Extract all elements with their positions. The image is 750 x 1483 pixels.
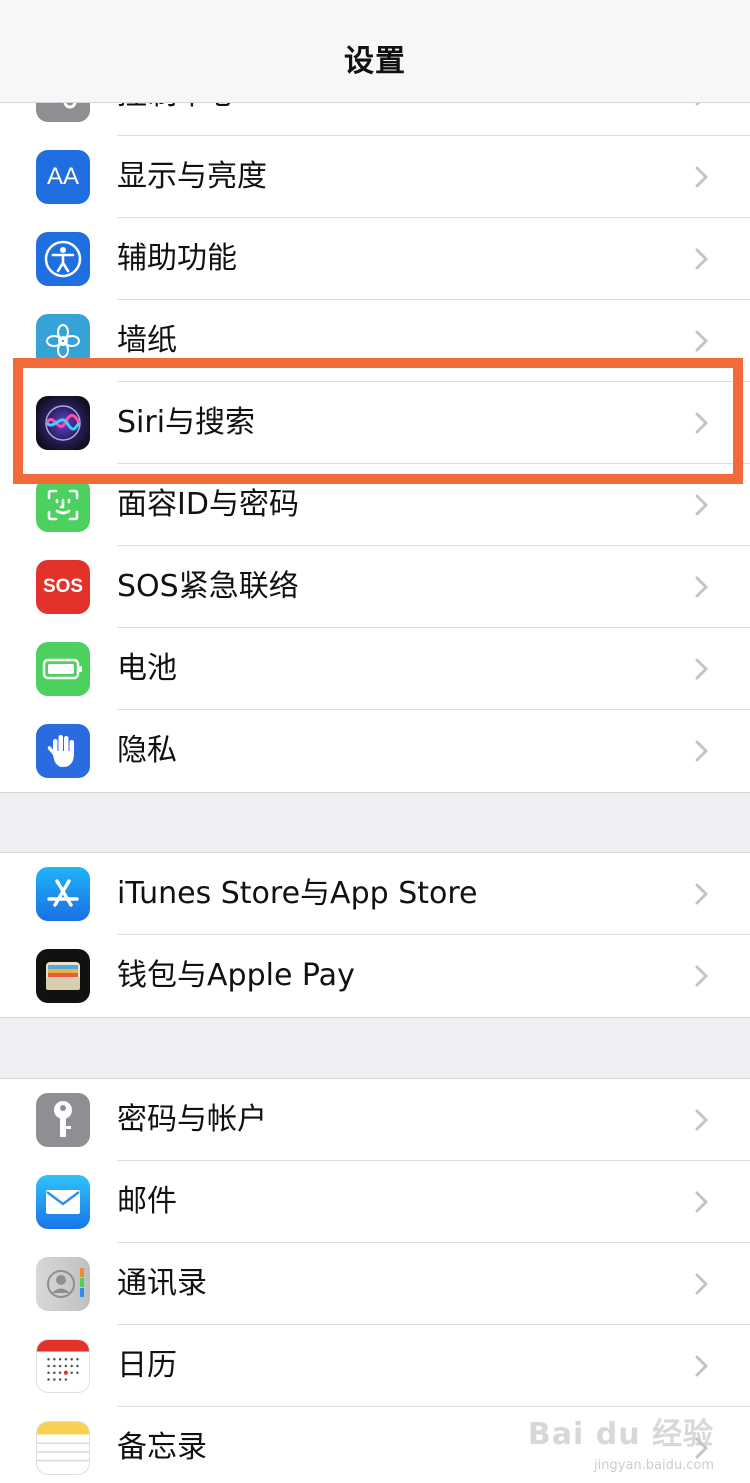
chevron-right-icon xyxy=(695,740,708,762)
settings-row-label: SOS紧急联络 xyxy=(117,569,299,604)
settings-row-label: 墙纸 xyxy=(117,323,177,358)
settings-row-label: 显示与亮度 xyxy=(117,159,267,194)
siri-icon xyxy=(36,396,90,450)
settings-row-label: 备忘录 xyxy=(117,1430,207,1465)
settings-row-label: iTunes Store与App Store xyxy=(117,876,478,911)
wallpaper-icon xyxy=(36,314,90,368)
chevron-right-icon xyxy=(695,330,708,352)
watermark-url: jingyan.baidu.com xyxy=(594,1458,714,1473)
wallet-icon xyxy=(36,949,90,1003)
app-store-icon xyxy=(36,867,90,921)
battery-icon xyxy=(36,642,90,696)
settings-row-contacts[interactable]: 通讯录 xyxy=(0,1243,750,1325)
settings-group-store: iTunes Store与App Store 钱包与Apple Pay xyxy=(0,852,750,1018)
settings-row-label: 通讯录 xyxy=(117,1266,207,1301)
settings-row-label: 密码与帐户 xyxy=(117,1102,267,1137)
settings-row-battery[interactable]: 电池 xyxy=(0,628,750,710)
chevron-right-icon xyxy=(695,248,708,270)
chevron-right-icon xyxy=(695,1273,708,1295)
chevron-right-icon xyxy=(695,1109,708,1131)
navigation-bar: 设置 xyxy=(0,0,750,103)
privacy-hand-icon xyxy=(36,724,90,778)
settings-row-emergency-sos[interactable]: SOS SOS紧急联络 xyxy=(0,546,750,628)
chevron-right-icon xyxy=(695,658,708,680)
settings-row-display-brightness[interactable]: AA 显示与亮度 xyxy=(0,136,750,218)
chevron-right-icon xyxy=(695,883,708,905)
settings-row-wallpaper[interactable]: 墙纸 xyxy=(0,300,750,382)
settings-row-label: 日历 xyxy=(117,1348,177,1383)
contacts-icon xyxy=(36,1257,90,1311)
chevron-right-icon xyxy=(695,1191,708,1213)
chevron-right-icon xyxy=(695,1355,708,1377)
settings-row-label: 隐私 xyxy=(117,733,177,768)
calendar-icon xyxy=(36,1339,90,1393)
chevron-right-icon xyxy=(695,494,708,516)
settings-row-face-id[interactable]: 面容ID与密码 xyxy=(0,464,750,546)
settings-row-label: 钱包与Apple Pay xyxy=(117,958,355,993)
chevron-right-icon xyxy=(695,412,708,434)
accessibility-icon xyxy=(36,232,90,286)
page-title: 设置 xyxy=(344,44,406,79)
notes-icon xyxy=(36,1421,90,1475)
settings-screen: 设置 控制中心 AA 显示与亮度 xyxy=(0,0,750,1483)
watermark-logo: Bai du 经验 xyxy=(527,1417,714,1452)
settings-row-calendar[interactable]: 日历 xyxy=(0,1325,750,1407)
mail-icon xyxy=(36,1175,90,1229)
settings-row-passwords-accounts[interactable]: 密码与帐户 xyxy=(0,1079,750,1161)
settings-row-label: 邮件 xyxy=(117,1184,177,1219)
settings-row-label: 电池 xyxy=(117,651,177,686)
settings-row-label: 面容ID与密码 xyxy=(117,487,299,522)
settings-row-accessibility[interactable]: 辅助功能 xyxy=(0,218,750,300)
sos-icon: SOS xyxy=(36,560,90,614)
face-id-icon xyxy=(36,478,90,532)
key-icon xyxy=(36,1093,90,1147)
settings-row-label: 辅助功能 xyxy=(117,241,237,276)
chevron-right-icon xyxy=(695,166,708,188)
settings-row-mail[interactable]: 邮件 xyxy=(0,1161,750,1243)
chevron-right-icon xyxy=(695,576,708,598)
settings-group-general: 控制中心 AA 显示与亮度 辅助功能 xyxy=(0,54,750,793)
settings-row-siri-search[interactable]: Siri与搜索 xyxy=(0,382,750,464)
display-brightness-icon: AA xyxy=(36,150,90,204)
settings-row-label: Siri与搜索 xyxy=(117,405,256,440)
settings-row-privacy[interactable]: 隐私 xyxy=(0,710,750,792)
chevron-right-icon xyxy=(695,965,708,987)
settings-row-itunes-app-store[interactable]: iTunes Store与App Store xyxy=(0,853,750,935)
settings-row-wallet-apple-pay[interactable]: 钱包与Apple Pay xyxy=(0,935,750,1017)
